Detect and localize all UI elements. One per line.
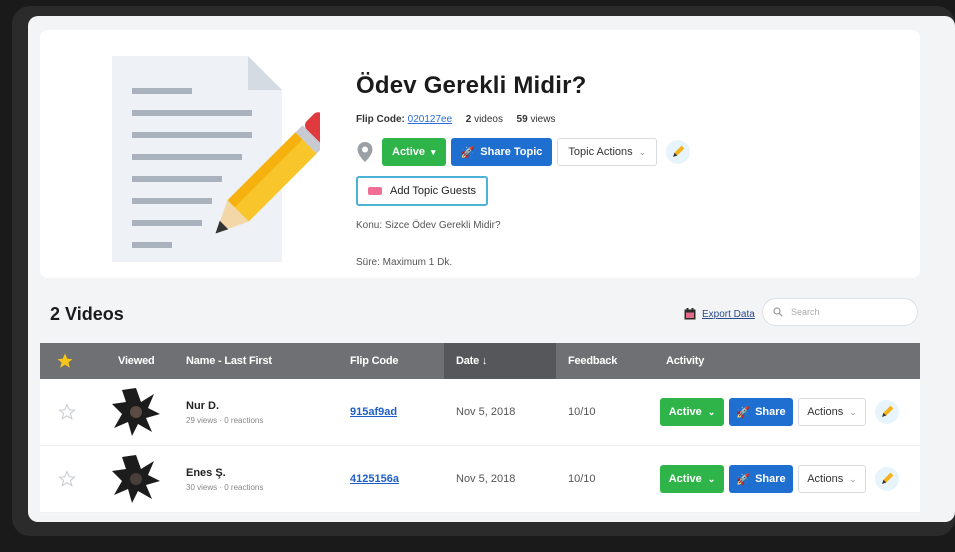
search-icon	[773, 307, 783, 317]
video-status-label: Active	[668, 406, 702, 418]
table-row: Nur D. 29 views · 0 reactions 915af9ad N…	[40, 379, 920, 446]
table-header: Viewed Name - Last First Flip Code Date …	[40, 343, 920, 379]
share-topic-button[interactable]: 🚀 Share Topic	[450, 138, 553, 166]
header-feedback[interactable]: Feedback	[568, 343, 617, 379]
topic-info: Ödev Gerekli Midir? Flip Code: 020127ee …	[356, 72, 916, 268]
flip-code-link[interactable]: 4125156a	[350, 473, 399, 485]
search-box	[762, 298, 918, 326]
edit-video-button[interactable]	[875, 467, 899, 491]
video-status-dropdown[interactable]: Active ⌄	[660, 465, 724, 493]
export-data-label: Export Data	[702, 308, 755, 320]
video-actions-dropdown[interactable]: Actions ⌄	[798, 398, 866, 426]
chevron-down-icon: ⌄	[849, 406, 857, 417]
flip-code-link[interactable]: 915af9ad	[350, 406, 397, 418]
header-name[interactable]: Name - Last First	[186, 343, 272, 379]
topic-status-label: Active	[392, 146, 426, 158]
feedback-score: 10/10	[568, 406, 596, 418]
topic-actions-label: Topic Actions	[568, 146, 633, 158]
header-viewed[interactable]: Viewed	[118, 343, 155, 379]
avatar[interactable]	[110, 379, 162, 445]
chevron-down-icon: ⌄	[707, 406, 716, 417]
feedback-score: 10/10	[568, 473, 596, 485]
avatar[interactable]	[110, 446, 162, 512]
share-topic-label: Share Topic	[480, 146, 543, 158]
student-stats: 29 views · 0 reactions	[186, 415, 264, 425]
share-video-label: Share	[755, 473, 786, 485]
add-topic-guests-label: Add Topic Guests	[390, 185, 477, 197]
topic-status-dropdown[interactable]: Active ▾	[382, 138, 446, 166]
edit-video-button[interactable]	[875, 400, 899, 424]
pencil-icon	[882, 405, 894, 417]
flip-code-label: Flip Code:	[356, 114, 405, 125]
pencil-icon	[882, 472, 894, 484]
video-status-dropdown[interactable]: Active ⌄	[660, 398, 724, 426]
favorite-star-icon[interactable]	[58, 379, 76, 445]
topic-description: Konu: Sizce Ödev Gerekli Midir?	[356, 220, 501, 231]
pencil-icon	[673, 145, 685, 157]
star-icon	[57, 353, 73, 368]
chevron-down-icon: ⌄	[849, 473, 857, 484]
videos-table: Viewed Name - Last First Flip Code Date …	[40, 343, 920, 513]
header-star-icon[interactable]	[56, 343, 74, 379]
topic-meta: Flip Code: 020127ee 2 videos 59 views	[356, 114, 916, 128]
date-text: Nov 5, 2018	[456, 473, 516, 485]
chevron-down-icon: ▾	[431, 146, 436, 157]
student-name: Nur D.	[186, 399, 219, 412]
name-cell: Nur D. 29 views · 0 reactions	[186, 379, 263, 445]
add-topic-guests-button[interactable]: Add Topic Guests	[356, 176, 489, 206]
header-flip-code[interactable]: Flip Code	[350, 343, 399, 379]
topic-title: Ödev Gerekli Midir?	[356, 72, 587, 99]
videos-label: videos	[474, 114, 503, 125]
export-data-link[interactable]: Export Data	[684, 308, 755, 320]
rocket-icon: 🚀	[736, 406, 751, 419]
rocket-icon: 🚀	[736, 473, 751, 486]
edit-topic-button[interactable]	[666, 140, 691, 164]
share-video-label: Share	[755, 406, 786, 418]
table-row: Enes Ş. 30 views · 0 reactions 4125156a …	[40, 446, 920, 513]
search-input[interactable]	[789, 306, 903, 318]
flip-code-link[interactable]: 020127ee	[408, 114, 453, 125]
student-name: Enes Ş.	[186, 466, 226, 479]
topic-card: Ödev Gerekli Midir? Flip Code: 020127ee …	[40, 30, 920, 278]
header-date[interactable]: Date ↓	[444, 343, 556, 379]
student-stats: 30 views · 0 reactions	[186, 482, 264, 492]
document-pencil-illustration	[112, 56, 320, 262]
name-cell: Enes Ş. 30 views · 0 reactions	[186, 446, 263, 512]
date-text: Nov 5, 2018	[456, 406, 516, 418]
share-video-button[interactable]: 🚀 Share	[729, 465, 793, 493]
video-actions-label: Actions	[807, 473, 844, 485]
ticket-icon	[368, 187, 382, 195]
topic-duration: Süre: Maximum 1 Dk.	[356, 257, 453, 268]
share-video-button[interactable]: 🚀 Share	[729, 398, 793, 426]
video-actions-dropdown[interactable]: Actions ⌄	[798, 465, 866, 493]
views-count: 59	[516, 114, 528, 125]
views-label: views	[530, 114, 556, 125]
calendar-icon	[684, 308, 696, 320]
rocket-icon: 🚀	[460, 146, 475, 159]
video-status-label: Active	[668, 473, 702, 485]
chevron-down-icon: ⌄	[707, 473, 716, 484]
topic-actions-row: Active ▾ 🚀 Share Topic Topic Actions ⌄	[356, 138, 916, 166]
location-pin-icon[interactable]	[356, 141, 374, 163]
video-actions-label: Actions	[807, 406, 844, 418]
favorite-star-icon[interactable]	[58, 446, 76, 512]
videos-count: 2	[465, 114, 472, 125]
app-screen: Ödev Gerekli Midir? Flip Code: 020127ee …	[28, 16, 955, 522]
topic-actions-dropdown[interactable]: Topic Actions ⌄	[557, 138, 658, 166]
header-activity[interactable]: Activity	[666, 343, 704, 379]
videos-section-title: 2 Videos	[50, 304, 124, 324]
chevron-down-icon: ⌄	[638, 146, 647, 157]
